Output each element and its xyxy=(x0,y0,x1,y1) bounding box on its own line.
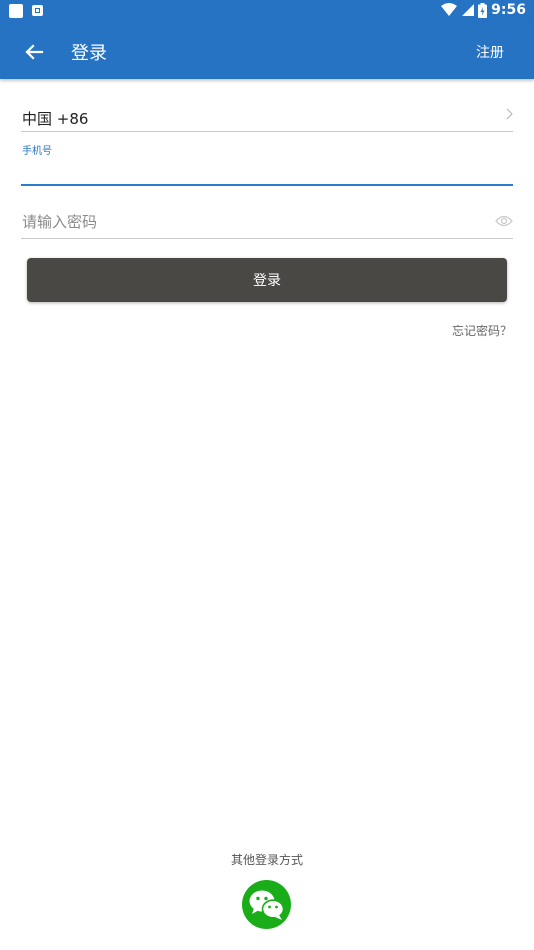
notification-a-icon xyxy=(32,5,43,16)
status-bar: 9:56 xyxy=(0,0,534,24)
country-code-selector[interactable]: 中国 +86 xyxy=(21,98,513,132)
password-input[interactable] xyxy=(21,206,483,237)
notification-square-icon xyxy=(9,4,23,18)
login-button[interactable]: 登录 xyxy=(27,258,507,302)
wifi-icon xyxy=(441,3,458,16)
eye-icon[interactable] xyxy=(495,215,513,227)
status-notifications xyxy=(9,4,43,18)
app-bar: 登录 注册 xyxy=(0,24,534,79)
chevron-right-icon xyxy=(506,108,513,120)
wechat-login-button[interactable] xyxy=(242,880,291,929)
page-title: 登录 xyxy=(71,43,107,64)
status-indicators: 9:56 xyxy=(441,2,526,18)
cell-signal-icon xyxy=(462,4,475,16)
status-time: 9:56 xyxy=(491,2,526,18)
country-code-value: 中国 +86 xyxy=(22,110,89,128)
back-arrow-icon xyxy=(25,44,44,60)
register-button[interactable]: 注册 xyxy=(476,42,504,62)
password-field xyxy=(21,206,513,239)
phone-field-label: 手机号 xyxy=(22,146,52,157)
back-button[interactable] xyxy=(18,37,50,67)
other-login-methods-label: 其他登录方式 xyxy=(230,853,303,867)
wechat-icon xyxy=(249,890,285,920)
battery-icon xyxy=(478,2,488,18)
phone-input[interactable] xyxy=(21,156,513,186)
forgot-password-link[interactable]: 忘记密码？ xyxy=(452,322,512,339)
